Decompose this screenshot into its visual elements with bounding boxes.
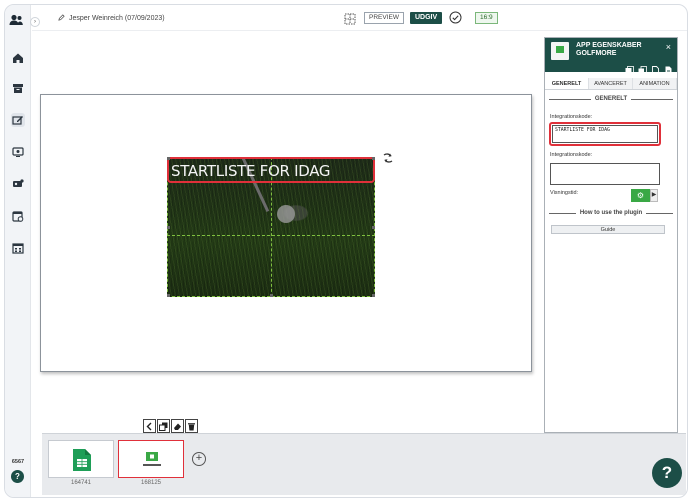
erase-button[interactable]	[171, 419, 184, 433]
resize-handle[interactable]	[167, 157, 170, 160]
panel-header: APP EGENSKABER GOLFMORE ×	[545, 38, 677, 75]
media-icon[interactable]	[11, 177, 25, 191]
slide-filmstrip: 164741 168125 +	[42, 433, 686, 495]
resize-handle[interactable]	[372, 294, 375, 297]
grid-toggle-icon[interactable]	[344, 12, 356, 25]
help-button[interactable]: ?	[11, 470, 24, 483]
close-icon[interactable]: ×	[666, 42, 671, 52]
guide-line-horizontal	[167, 235, 375, 236]
users-icon	[9, 13, 23, 31]
golfmore-logo-icon	[551, 42, 569, 60]
check-circle-icon[interactable]	[449, 11, 462, 24]
howto-heading: How to use the plugin	[549, 210, 673, 216]
app-window: › 6567 ? Jesper Weinreich (07/09/2023) P…	[4, 4, 688, 498]
copy-icon	[159, 422, 168, 431]
left-sidebar: › 6567 ?	[5, 5, 40, 497]
integration-code-input[interactable]: STARTLISTE FOR IDAG	[552, 125, 658, 143]
aspect-ratio-button[interactable]: 16:9	[475, 12, 498, 24]
resize-handle[interactable]	[372, 157, 375, 160]
preview-button[interactable]: PREVIEW	[364, 12, 404, 24]
trash-icon	[188, 422, 195, 430]
delete-button[interactable]	[185, 419, 198, 433]
golfmore-logo-icon	[143, 452, 161, 466]
slide-id: 164741	[70, 480, 92, 486]
tab-generelt[interactable]: GENERELT	[545, 78, 589, 89]
title-highlight[interactable]: STARTLISTE FOR IDAG	[167, 157, 375, 183]
resize-handle[interactable]	[270, 294, 273, 297]
panel-title: APP EGENSKABER GOLFMORE	[576, 42, 642, 57]
screen-icon[interactable]	[11, 145, 25, 159]
duplicate-button[interactable]	[157, 419, 170, 433]
author-label: Jesper Weinreich (07/09/2023)	[69, 15, 165, 22]
top-bar: Jesper Weinreich (07/09/2023) PREVIEW UD…	[32, 5, 687, 31]
section-heading: GENERELT	[549, 96, 673, 102]
panel-tabs: GENERELT AVANCERET ANIMATION	[545, 78, 677, 90]
resize-handle[interactable]	[167, 294, 170, 297]
play-icon: ▶	[650, 189, 658, 202]
account-number: 6567	[11, 459, 25, 465]
integration-code-label-2: Integrationskode:	[550, 152, 593, 158]
integration-code-label: Integrationskode:	[550, 114, 593, 120]
slide-thumbnail[interactable]	[48, 440, 114, 478]
guide-button[interactable]: Guide	[551, 225, 665, 234]
document-icon[interactable]	[651, 62, 660, 75]
slide-author[interactable]: Jesper Weinreich (07/09/2023)	[58, 14, 165, 23]
help-chat-button[interactable]: ?	[652, 458, 682, 488]
publish-button[interactable]: UDGIV	[410, 12, 443, 24]
properties-panel: APP EGENSKABER GOLFMORE × GENERELT AVANC…	[544, 37, 678, 433]
rotate-icon[interactable]	[381, 151, 395, 165]
tab-animation[interactable]: ANIMATION	[633, 78, 677, 89]
resize-handle[interactable]	[372, 226, 375, 229]
editor-canvas: STARTLISTE FOR IDAG	[32, 32, 544, 432]
layers-icon[interactable]	[625, 62, 634, 74]
archive-icon[interactable]	[11, 81, 25, 95]
export-icon[interactable]	[664, 62, 673, 75]
eraser-icon	[174, 423, 181, 430]
pencil-icon	[58, 14, 65, 23]
copy-icon[interactable]	[638, 62, 647, 75]
slide-thumbnail-active[interactable]	[118, 440, 184, 478]
display-time-label: Visningstid:	[550, 190, 579, 196]
integration-code-highlight: STARTLISTE FOR IDAG	[549, 122, 661, 146]
back-button[interactable]	[143, 419, 156, 433]
slide-id: 168125	[140, 480, 162, 486]
home-icon[interactable]	[11, 51, 25, 65]
golfmore-app-element[interactable]: STARTLISTE FOR IDAG	[167, 157, 375, 297]
panel-actions	[625, 62, 673, 75]
slide-stage[interactable]: STARTLISTE FOR IDAG	[40, 94, 532, 372]
tab-avanceret[interactable]: AVANCERET	[589, 78, 633, 89]
chevron-left-icon	[146, 422, 152, 430]
add-slide-button[interactable]: +	[192, 452, 206, 466]
spreadsheet-icon	[73, 449, 91, 471]
element-toolbar	[143, 419, 198, 433]
calendar-icon[interactable]	[11, 241, 25, 255]
schedule-icon[interactable]	[11, 209, 25, 223]
gear-icon: ⚙	[631, 189, 650, 202]
resize-handle[interactable]	[167, 226, 170, 229]
settings-button[interactable]: ⚙ ▶	[631, 189, 658, 202]
integration-code-input-2[interactable]	[550, 163, 660, 185]
element-title: STARTLISTE FOR IDAG	[171, 162, 331, 180]
edit-slides-icon[interactable]	[11, 113, 25, 127]
